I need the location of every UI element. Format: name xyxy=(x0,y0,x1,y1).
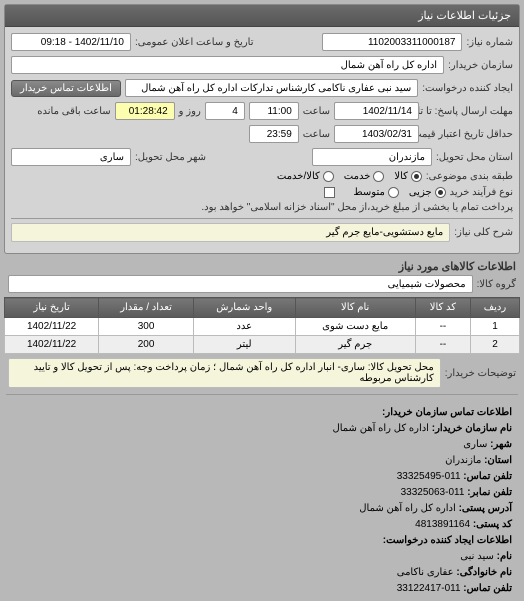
panel-header: جزئیات اطلاعات نیاز xyxy=(5,5,519,27)
remain-field: 01:28:42 xyxy=(115,102,175,120)
buyer-org-title: اطلاعات تماس سازمان خریدار: xyxy=(382,407,512,418)
buyer-label: سازمان خریدار: xyxy=(448,60,513,71)
radio-dot-icon xyxy=(411,171,422,182)
province-field: مازندران xyxy=(312,148,432,166)
deadline-date-field: 1402/11/14 xyxy=(334,102,419,120)
desc-field: مایع دستشویی-مایع جرم گیر xyxy=(11,223,450,242)
deadline-time-field: 11:00 xyxy=(249,102,299,120)
days-field: 4 xyxy=(205,102,245,120)
valid-time-field: 23:59 xyxy=(249,125,299,143)
announce-field: 1402/11/10 - 09:18 xyxy=(11,33,131,51)
radio-small[interactable]: جزیی xyxy=(409,187,446,198)
radio-goods[interactable]: کالا xyxy=(394,171,422,182)
requester-field: سید نبی عفاری ناکامی کارشناس تدارکات ادا… xyxy=(125,79,418,97)
buyer-field: اداره کل راه آهن شمال xyxy=(11,56,444,74)
notes-label: توضیحات خریدار: xyxy=(445,368,516,379)
contact-button[interactable]: اطلاعات تماس خریدار xyxy=(11,80,121,97)
table-row: 2--جرم گیرلیتر2001402/11/22 xyxy=(5,336,520,354)
city-field: ساری xyxy=(11,148,131,166)
valid-label: حداقل تاریخ اعتبار قیمت: تا تاریخ: xyxy=(423,129,513,140)
number-field: 1102003311000187 xyxy=(322,33,462,51)
table-row: 1--مایع دست شویعدد3001402/11/22 xyxy=(5,318,520,336)
number-label: شماره نیاز: xyxy=(466,37,513,48)
city-label: شهر محل تحویل: xyxy=(135,152,206,163)
notes-field: محل تحویل کالا: ساری- انبار اداره کل راه… xyxy=(8,358,441,388)
time-label-2: ساعت xyxy=(303,129,330,140)
radio-dot-icon xyxy=(388,187,399,198)
table-header: تعداد / مقدار xyxy=(99,298,194,318)
requester-title: اطلاعات ایجاد کننده درخواست: xyxy=(383,535,512,546)
table-header: کد کالا xyxy=(415,298,470,318)
radio-dot-icon xyxy=(373,171,384,182)
desc-label: شرح کلی نیاز: xyxy=(454,227,513,238)
process-radio-group: جزیی متوسط xyxy=(353,187,445,198)
valid-date-field: 1403/02/31 xyxy=(334,125,419,143)
payment-note: پرداخت تمام یا بخشی از مبلغ خرید،از محل … xyxy=(201,202,513,213)
group-label: گروه کالا: xyxy=(477,279,516,290)
items-table: ردیفکد کالانام کالاواحد شمارشتعداد / مقد… xyxy=(4,297,520,354)
remain-label: ساعت باقی مانده xyxy=(37,106,110,117)
items-section-title: اطلاعات کالاهای مورد نیاز xyxy=(8,260,516,273)
group-field: محصولات شیمیایی xyxy=(8,275,473,293)
radio-both[interactable]: کالا/خدمت xyxy=(277,171,334,182)
radio-dot-icon xyxy=(435,187,446,198)
process-label: نوع فرآیند خرید xyxy=(450,187,513,198)
payment-checkbox[interactable] xyxy=(324,187,335,198)
contact-block: اطلاعات تماس سازمان خریدار: نام سازمان خ… xyxy=(4,401,520,601)
table-header: تاریخ نیاز xyxy=(5,298,99,318)
category-radio-group: کالا خدمت کالا/خدمت xyxy=(277,171,422,182)
days-label: روز و xyxy=(179,106,201,117)
table-header: ردیف xyxy=(470,298,519,318)
table-header: نام کالا xyxy=(295,298,415,318)
province-label: استان محل تحویل: xyxy=(436,152,513,163)
radio-service[interactable]: خدمت xyxy=(344,171,385,182)
radio-dot-icon xyxy=(323,171,334,182)
announce-label: تاریخ و ساعت اعلان عمومی: xyxy=(135,37,254,48)
table-header: واحد شمارش xyxy=(193,298,295,318)
category-label: طبقه بندی موضوعی: xyxy=(426,171,513,182)
deadline-label: مهلت ارسال پاسخ: تا تاریخ: xyxy=(423,106,513,117)
time-label-1: ساعت xyxy=(303,106,330,117)
radio-medium[interactable]: متوسط xyxy=(353,187,398,198)
requester-label: ایجاد کننده درخواست: xyxy=(422,83,513,94)
